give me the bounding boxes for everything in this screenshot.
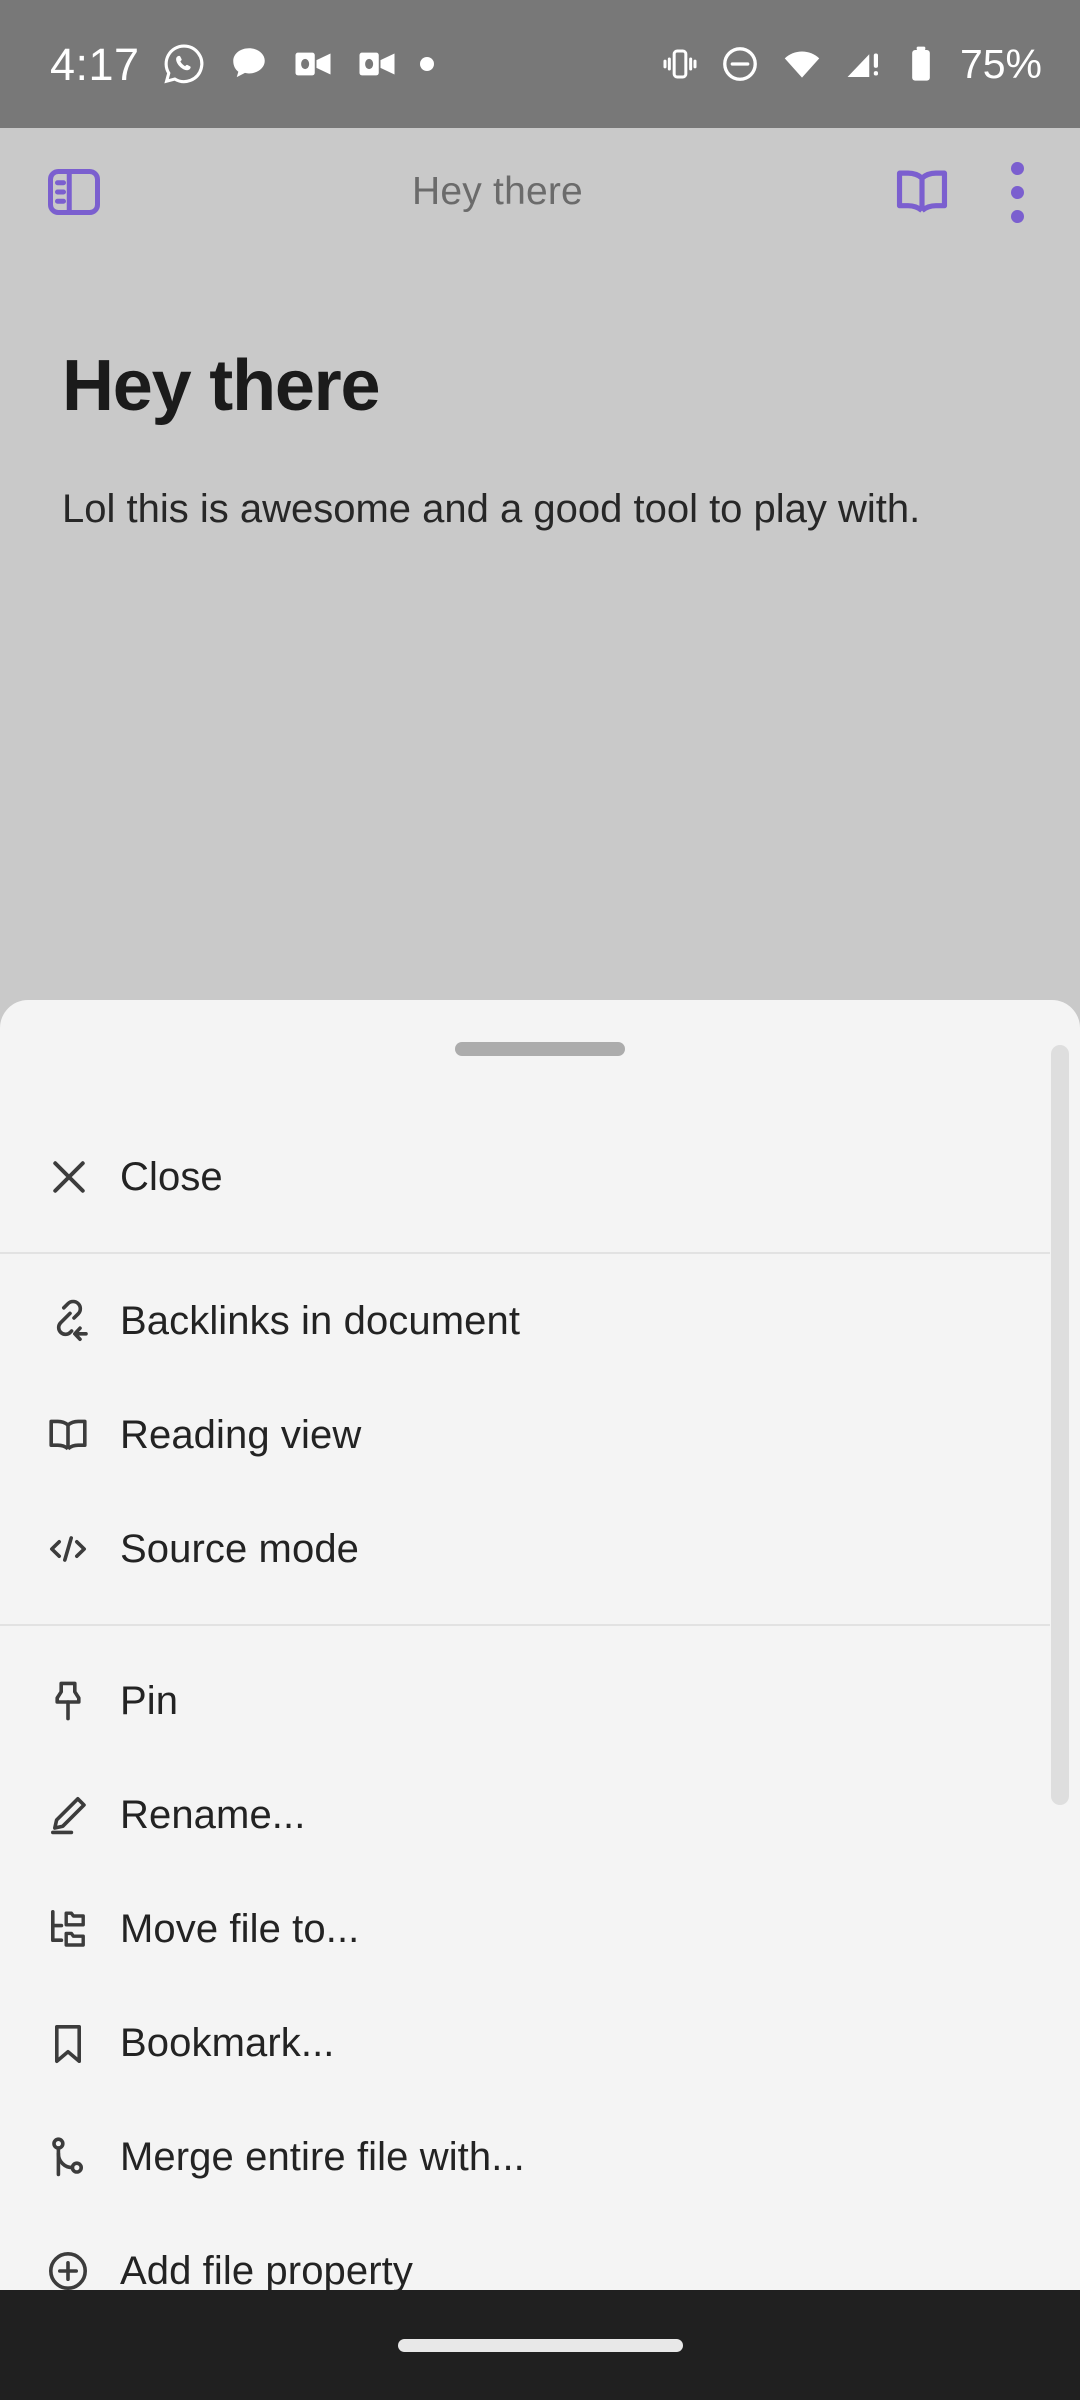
- battery-icon: [912, 46, 930, 81]
- reading-view-book-icon: [44, 1411, 120, 1459]
- status-bar: 4:17 75%: [0, 0, 1080, 128]
- do-not-disturb-icon: [723, 47, 757, 81]
- page-title: Hey there: [412, 170, 583, 213]
- menu-group: Backlinks in document Reading view Sourc…: [0, 1254, 1080, 1624]
- notification-dot-icon: [419, 57, 434, 71]
- pin-icon: [44, 1677, 120, 1725]
- menu-item-reading-view[interactable]: Reading view: [0, 1378, 1080, 1492]
- outlook-icon: [359, 52, 395, 76]
- messages-icon: [232, 48, 265, 78]
- menu-item-merge-entire-file-with[interactable]: Merge entire file with...: [0, 2100, 1080, 2214]
- menu-item-move-file-to[interactable]: Move file to...: [0, 1872, 1080, 1986]
- menu-item-pin[interactable]: Pin: [0, 1644, 1080, 1758]
- rename-pencil-icon: [44, 1791, 120, 1839]
- more-options-icon: [1011, 161, 1024, 175]
- more-options-icon: [1011, 209, 1024, 223]
- menu-item-bookmark[interactable]: Bookmark...: [0, 1986, 1080, 2100]
- menu-item-source-mode[interactable]: Source mode: [0, 1492, 1080, 1606]
- merge-icon: [44, 2133, 120, 2181]
- system-navigation-bar: [0, 2290, 1080, 2400]
- bookmark-icon: [44, 2019, 120, 2067]
- wifi-icon: [784, 51, 820, 78]
- menu-item-label: Bookmark...: [120, 2021, 335, 2065]
- vibrate-icon: [663, 49, 697, 79]
- close-x-icon: [44, 1152, 120, 1202]
- menu-group: Close: [0, 1102, 1080, 1252]
- menu-item-label: Backlinks in document: [120, 1299, 521, 1343]
- reading-view-book-icon: [896, 170, 948, 213]
- menu-item-label: Close: [120, 1155, 223, 1199]
- source-mode-code-icon: [44, 1525, 120, 1573]
- file-options-bottom-sheet: Close Backlinks in document Reading view…: [0, 1000, 1080, 2290]
- menu-item-close[interactable]: Close: [0, 1102, 1080, 1252]
- more-options-button[interactable]: [999, 161, 1036, 223]
- sidebar-toggle-button[interactable]: [44, 162, 104, 222]
- menu-item-label: Pin: [120, 1679, 179, 1723]
- add-file-property-icon: [44, 2247, 120, 2290]
- sheet-drag-handle[interactable]: [455, 1042, 625, 1056]
- cellular-signal-warning-icon: [847, 53, 878, 77]
- menu-item-rename[interactable]: Rename...: [0, 1758, 1080, 1872]
- more-options-icon: [1011, 185, 1024, 199]
- menu-group: Pin Rename... Move file to... Bookmark..…: [0, 1626, 1080, 2290]
- reading-view-button[interactable]: [891, 161, 953, 223]
- menu-item-label: Reading view: [120, 1413, 362, 1457]
- battery-percent-label: 75%: [959, 40, 1042, 87]
- document-paragraph: Lol this is awesome and a good tool to p…: [62, 486, 921, 531]
- menu-item-label: Merge entire file with...: [120, 2135, 525, 2179]
- backlinks-icon: [44, 1297, 120, 1345]
- status-bar-left: 4:17: [50, 42, 660, 87]
- document-heading: Hey there: [62, 346, 381, 426]
- menu-item-add-file-property[interactable]: Add file property: [0, 2214, 1080, 2290]
- menu-item-label: Source mode: [120, 1527, 360, 1571]
- whatsapp-icon: [163, 44, 203, 84]
- menu-item-backlinks-in-document[interactable]: Backlinks in document: [0, 1264, 1080, 1378]
- menu-item-label: Add file property: [120, 2249, 413, 2290]
- home-indicator[interactable]: [397, 2338, 683, 2352]
- document-content: Hey there Lol this is awesome and a good…: [0, 256, 1080, 1000]
- status-bar-right: 75%: [660, 41, 1042, 88]
- status-bar-clock: 4:17: [50, 38, 140, 90]
- app-header: Hey there: [0, 128, 1080, 256]
- menu-item-label: Move file to...: [120, 1907, 360, 1951]
- header-actions: [891, 161, 1036, 223]
- menu-item-label: Rename...: [120, 1793, 306, 1837]
- phone-screen: 4:17 75% Hey there Hey there Lol this is…: [0, 0, 1080, 2400]
- outlook-icon: [295, 52, 331, 76]
- sidebar-toggle-icon: [47, 168, 100, 215]
- sheet-scrollbar[interactable]: [1051, 1045, 1069, 1805]
- move-file-icon: [44, 1905, 120, 1953]
